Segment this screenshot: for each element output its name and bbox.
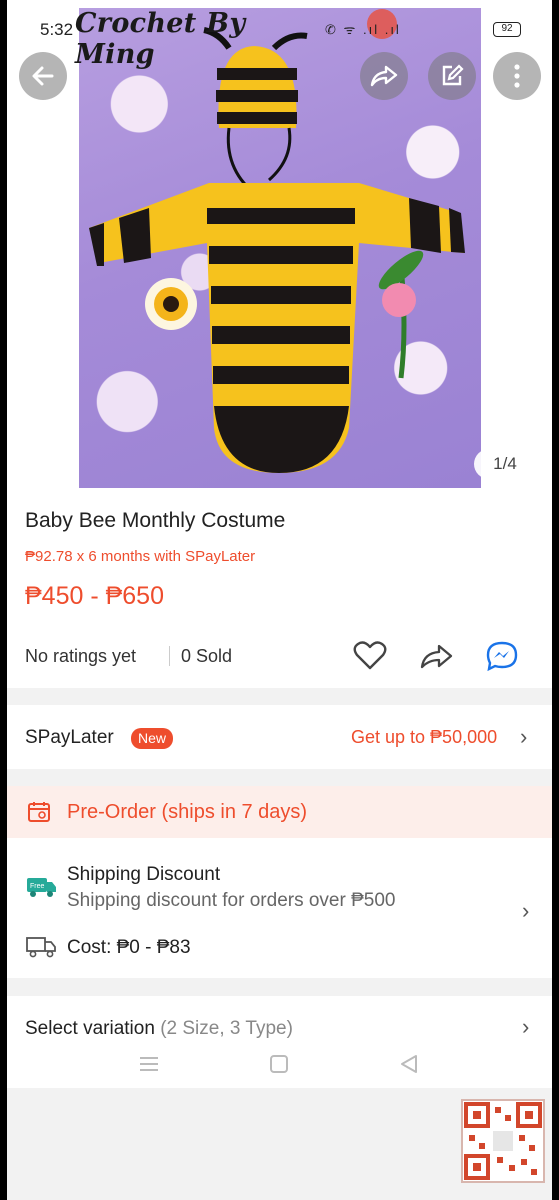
shipping-discount-title: Shipping Discount xyxy=(67,864,221,885)
variation-label: Select variation (2 Size, 3 Type) xyxy=(25,1018,293,1040)
phone-screen: Crochet By Ming 5:32 ✆ ᯤ .ıl .ıl 92 1/4 … xyxy=(7,0,552,1200)
back-nav-button[interactable] xyxy=(385,1040,433,1088)
select-variation-row[interactable]: Select variation (2 Size, 3 Type) › xyxy=(7,996,552,1040)
spaylater-offer: Get up to ₱50,000 xyxy=(351,727,498,747)
sold-count: 0 Sold xyxy=(181,646,233,666)
chevron-right-icon: › xyxy=(522,1014,530,1039)
heart-icon[interactable] xyxy=(353,640,387,672)
variation-detail: (2 Size, 3 Type) xyxy=(160,1018,293,1039)
chevron-right-icon: › xyxy=(520,724,528,749)
preorder-label: Pre-Order (ships in 7 days) xyxy=(67,801,308,823)
back-triangle-icon xyxy=(401,1055,417,1073)
home-nav-button[interactable] xyxy=(255,1040,303,1088)
home-square-icon xyxy=(270,1055,288,1073)
variation-title: Select variation xyxy=(25,1018,155,1039)
qr-code xyxy=(461,1099,545,1183)
system-nav-bar xyxy=(7,1040,552,1088)
back-button[interactable] xyxy=(19,52,67,100)
share-icon[interactable] xyxy=(419,640,453,672)
preorder-banner: Pre-Order (ships in 7 days) xyxy=(7,786,552,838)
free-tag: Free xyxy=(30,883,45,890)
status-signal-icons: ✆ ᯤ .ıl .ıl xyxy=(325,22,401,37)
bee-costume-illustration xyxy=(89,27,465,473)
share-top-button[interactable] xyxy=(360,52,408,100)
product-info-card: Baby Bee Monthly Costume ₱92.78 x 6 mont… xyxy=(7,492,552,688)
calendar-icon xyxy=(28,802,50,822)
share-icon xyxy=(370,65,398,87)
menu-nav-button[interactable] xyxy=(125,1040,173,1088)
edit-button[interactable] xyxy=(428,52,476,100)
product-gallery[interactable]: Crochet By Ming 5:32 ✆ ᯤ .ıl .ıl 92 1/4 xyxy=(7,0,552,492)
shipping-discount-subtitle: Shipping discount for orders over ₱500 xyxy=(67,890,396,911)
installment-text[interactable]: ₱92.78 x 6 months with SPayLater xyxy=(25,548,255,565)
product-title: Baby Bee Monthly Costume xyxy=(25,509,286,532)
more-vertical-icon xyxy=(514,64,520,88)
image-counter: 1/4 xyxy=(474,449,536,479)
price-range: ₱450 - ₱650 xyxy=(25,582,164,610)
product-photo[interactable] xyxy=(79,8,481,488)
shipping-section[interactable]: Free Shipping Discount Shipping discount… xyxy=(7,838,552,978)
more-options-button[interactable] xyxy=(493,52,541,100)
divider xyxy=(169,646,170,666)
free-shipping-icon: Free xyxy=(27,878,56,897)
battery-indicator: 92 xyxy=(493,22,521,37)
shipping-cost: Cost: ₱0 - ₱83 xyxy=(67,937,191,958)
arrow-left-icon xyxy=(32,66,54,86)
qr-code-pattern xyxy=(464,1102,542,1180)
shop-watermark: Crochet By Ming xyxy=(75,8,246,70)
truck-icon xyxy=(26,937,56,958)
edit-icon xyxy=(442,64,464,86)
spaylater-row[interactable]: SPayLater New Get up to ₱50,000 › xyxy=(7,705,552,769)
ratings-text: No ratings yet xyxy=(25,646,137,666)
menu-icon xyxy=(140,1057,158,1071)
status-time: 5:32 xyxy=(40,20,74,39)
chevron-right-icon: › xyxy=(522,898,530,923)
new-badge: New xyxy=(131,728,174,749)
spaylater-label: SPayLater xyxy=(25,727,114,748)
messenger-icon[interactable] xyxy=(485,640,519,672)
